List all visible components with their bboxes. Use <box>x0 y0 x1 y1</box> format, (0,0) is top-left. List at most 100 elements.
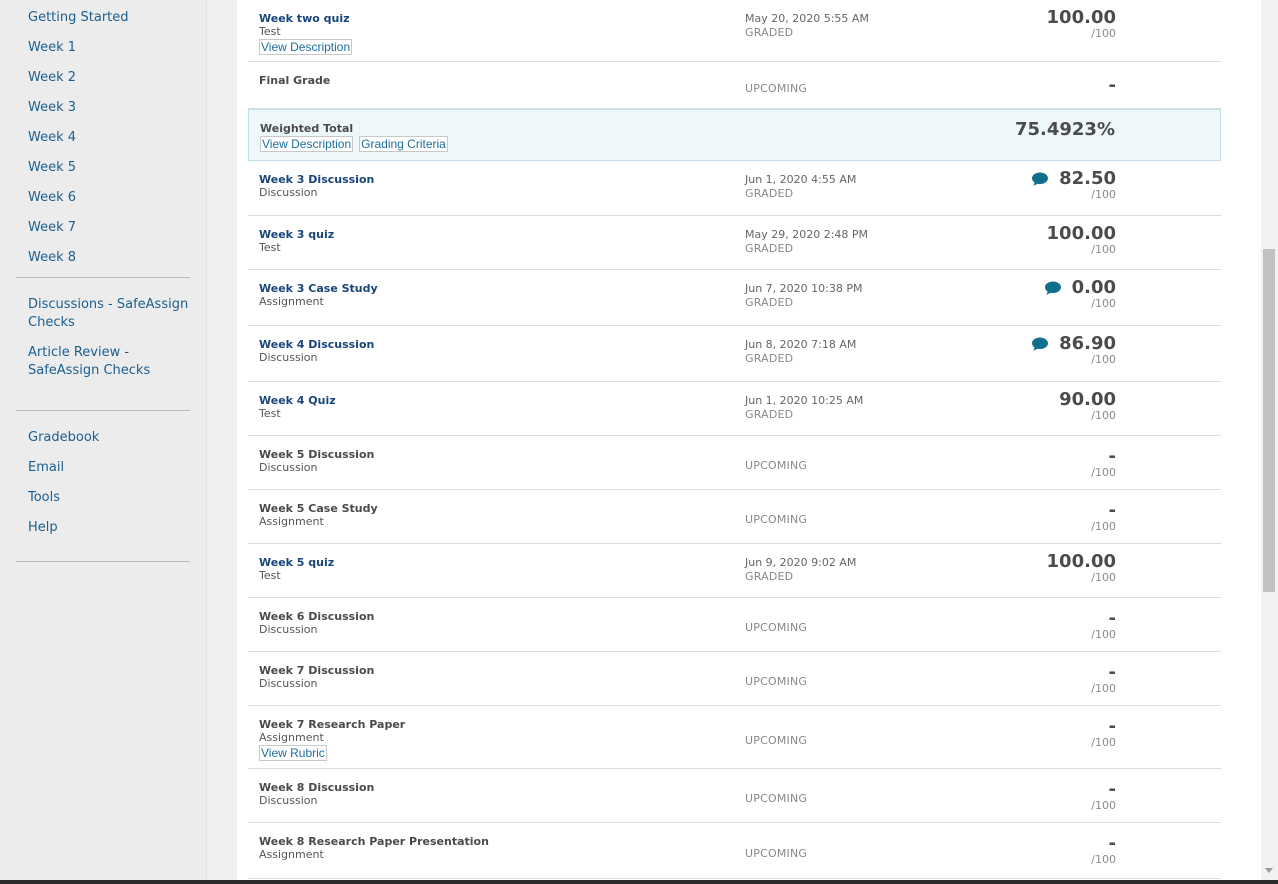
last-activity-date: Jun 7, 2020 10:38 PM <box>745 282 863 295</box>
view-rubric-button[interactable]: View Rubric <box>259 745 327 761</box>
grade-item-title: Week 8 Research Paper Presentation <box>259 835 489 848</box>
view-description-button[interactable]: View Description <box>260 136 354 152</box>
grade-item-type: Assignment <box>259 515 324 528</box>
nav-article-review-safeassign[interactable]: Article Review - SafeAssign Checks <box>16 344 190 392</box>
grade-item-cell: Week 6 Discussion Discussion <box>259 610 374 636</box>
grade-item-title: Final Grade <box>259 74 331 87</box>
grade-score-cell: -/100 <box>1091 609 1116 641</box>
grade-row: Week 8 Research Paper Presentation Assign… <box>248 823 1221 879</box>
grade-score-cell: - <box>1109 76 1116 96</box>
grade-item-type: Test <box>259 25 281 38</box>
menu-divider <box>16 561 190 562</box>
nav-week-6[interactable]: Week 6 <box>16 180 190 210</box>
grade-item-cell: Week 5 quiz Test <box>259 556 334 582</box>
grade-date-cell: May 29, 2020 2:48 PM GRADED <box>745 228 868 256</box>
grade-date-cell: UPCOMING <box>745 621 807 635</box>
grade-row: Week 7 Research Paper Assignment View Rubr… <box>248 706 1221 769</box>
grade-value: 86.90 <box>1059 333 1116 354</box>
grade-score-cell: 75.4923% <box>1015 120 1115 140</box>
grades-panel: Week two quiz Test View Description May 20,… <box>237 0 1261 884</box>
grade-item-type: Test <box>259 407 281 420</box>
page-scrollbar[interactable] <box>1261 0 1278 884</box>
grade-status: UPCOMING <box>745 621 808 634</box>
grade-row: Week two quiz Test View Description May 20,… <box>248 0 1221 62</box>
grade-score-cell: -/100 <box>1091 663 1116 695</box>
grade-status: GRADED <box>745 296 794 309</box>
grades-list: Week two quiz Test View Description May 20,… <box>248 0 1221 879</box>
grade-status: GRADED <box>745 187 794 200</box>
feedback-comment-icon[interactable] <box>1044 280 1062 296</box>
grade-status: UPCOMING <box>745 81 808 95</box>
grade-score-cell: 100.00/100 <box>1047 8 1116 40</box>
points-possible: /100 <box>1091 682 1116 695</box>
grade-date-cell: UPCOMING <box>745 847 807 861</box>
grade-value: - <box>1108 662 1116 683</box>
nav-week-2[interactable]: Week 2 <box>16 60 190 90</box>
nav-week-7[interactable]: Week 7 <box>16 210 190 240</box>
grade-item-cell: Week 5 Case Study Assignment <box>259 502 378 528</box>
grade-item-title[interactable]: Week 4 Discussion <box>259 338 374 351</box>
nav-getting-started[interactable]: Getting Started <box>16 0 190 30</box>
nav-week-8[interactable]: Week 8 <box>16 240 190 270</box>
grade-score-cell: 100.00/100 <box>1047 552 1116 584</box>
nav-week-5[interactable]: Week 5 <box>16 150 190 180</box>
points-possible: /100 <box>1091 853 1116 866</box>
nav-discussions-safeassign[interactable]: Discussions - SafeAssign Checks <box>16 296 190 344</box>
grade-date-cell: UPCOMING <box>745 82 807 96</box>
points-possible: /100 <box>1091 353 1116 366</box>
grade-item-title[interactable]: Week 3 quiz <box>259 228 334 241</box>
grade-value: 82.50 <box>1059 168 1116 189</box>
grade-row: Final Grade UPCOMING - <box>248 62 1221 109</box>
grade-item-cell: Week 4 Discussion Discussion <box>259 338 374 364</box>
grade-value: - <box>1108 500 1116 521</box>
grade-status: UPCOMING <box>745 459 808 472</box>
grade-date-cell: UPCOMING <box>745 734 807 748</box>
points-possible: /100 <box>1091 466 1116 479</box>
nav-email[interactable]: Email <box>16 459 190 489</box>
feedback-comment-icon[interactable] <box>1031 336 1049 352</box>
grade-item-cell: Week 8 Research Paper Presentation Assign… <box>259 835 489 861</box>
grade-item-title: Week 5 Discussion <box>259 448 375 461</box>
grade-item-cell: Week 3 Discussion Discussion <box>259 173 374 199</box>
grade-item-title[interactable]: Week two quiz <box>259 12 358 25</box>
points-possible: /100 <box>1091 188 1116 201</box>
grade-row: Week 7 Discussion Discussion UPCOMING -/100 <box>248 652 1221 706</box>
grade-value: - <box>1108 446 1116 467</box>
nav-week-1[interactable]: Week 1 <box>16 30 190 60</box>
points-possible: /100 <box>1091 571 1116 584</box>
grade-item-title[interactable]: Week 3 Case Study <box>259 282 378 295</box>
grade-date-cell: Jun 7, 2020 10:38 PM GRADED <box>745 282 863 310</box>
grade-item-title[interactable]: Week 4 Quiz <box>259 394 336 407</box>
grade-value: 0.00 <box>1071 277 1116 298</box>
nav-help[interactable]: Help <box>16 519 190 549</box>
scroll-down-arrow-icon[interactable] <box>1265 868 1273 873</box>
grading-criteria-button[interactable]: Grading Criteria <box>359 136 448 152</box>
grade-date-cell: Jun 1, 2020 10:25 AM GRADED <box>745 394 863 422</box>
grade-item-cell: Weighted Total View Description Grading Cr… <box>260 122 454 153</box>
grade-item-type: Discussion <box>259 186 318 199</box>
grade-score-cell: -/100 <box>1091 447 1116 479</box>
grade-score-cell: -/100 <box>1091 834 1116 866</box>
nav-week-3[interactable]: Week 3 <box>16 90 190 120</box>
grade-item-type: Test <box>259 241 281 254</box>
grade-item-title[interactable]: Week 5 quiz <box>259 556 334 569</box>
grade-item-cell: Week 7 Discussion Discussion <box>259 664 374 690</box>
grade-item-title[interactable]: Week 3 Discussion <box>259 173 374 186</box>
nav-tools[interactable]: Tools <box>16 489 190 519</box>
scroll-thumb[interactable] <box>1263 249 1275 592</box>
feedback-comment-icon[interactable] <box>1031 171 1049 187</box>
nav-week-4[interactable]: Week 4 <box>16 120 190 150</box>
grade-row: Week 8 Discussion Discussion UPCOMING -/100 <box>248 769 1221 823</box>
grade-score-cell: 82.50/100 <box>1031 169 1116 201</box>
points-possible: /100 <box>1091 799 1116 812</box>
view-description-button[interactable]: View Description <box>259 39 353 55</box>
item-actions: View Rubric <box>259 744 405 762</box>
grade-item-type: Discussion <box>259 461 318 474</box>
grade-status: UPCOMING <box>745 513 808 526</box>
grade-date-cell: Jun 1, 2020 4:55 AM GRADED <box>745 173 856 201</box>
grade-item-type: Discussion <box>259 794 318 807</box>
nav-gradebook[interactable]: Gradebook <box>16 429 190 459</box>
grade-row: Week 5 quiz Test Jun 9, 2020 9:02 AM GRADED… <box>248 544 1221 598</box>
grade-value: - <box>1108 833 1116 854</box>
grade-status: GRADED <box>745 26 794 39</box>
